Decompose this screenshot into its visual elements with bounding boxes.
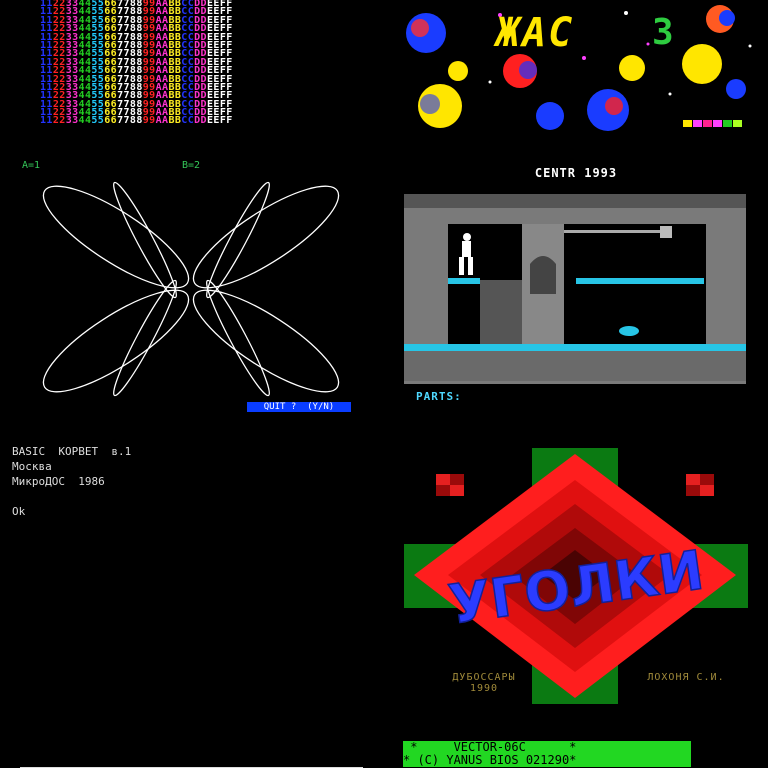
palette-cell: CC (181, 115, 195, 127)
palette-cell: AA (155, 115, 169, 127)
palette-cell: BB (168, 115, 182, 127)
petal (42, 185, 190, 289)
parts-label: PARTS: (416, 390, 462, 403)
credit-author: ЛОХОНЯ С.И. (647, 672, 725, 683)
space-background (400, 0, 760, 132)
teleport-icon (619, 326, 639, 336)
quit-prompt[interactable]: QUIT ? (Y/N) (247, 402, 351, 412)
palette-cell: 88 (129, 115, 143, 127)
game-number: 3 (652, 12, 674, 53)
palette-cell: 11 (40, 115, 53, 127)
palette-rows: 112233445566778899AABBCCDDEEFF 1122334455… (40, 0, 370, 126)
palette-cell: 22 (52, 115, 66, 127)
basic-lines: BASIC КОРВЕТ в.1 Москва МикроДОС 1986 Ok (12, 444, 372, 519)
palette-test-screen: 112233445566778899AABBCCDDEEFF 1122334455… (40, 0, 370, 130)
basic-screen: BASIC КОРВЕТ в.1 Москва МикроДОС 1986 Ok (12, 444, 372, 534)
palette-cell: 99 (142, 115, 156, 127)
credit-year: 1990 (469, 683, 499, 694)
planet-icon (536, 102, 564, 130)
planet-icon (619, 55, 645, 81)
basic-line: МикроДОС 1986 (12, 475, 105, 488)
basic-line (12, 489, 372, 504)
rose-curve-plot (42, 181, 340, 397)
planet-icon (682, 44, 722, 84)
basic-line: BASIC КОРВЕТ в.1 (12, 445, 132, 458)
ugolki-graphic: УГОЛКИ (404, 448, 748, 704)
ugolki-title-screen: УГОЛКИ ДУБОССАРЫ 1990 ЛОХОНЯ С.И. (404, 446, 748, 708)
palette-row: 112233445566778899AABBCCDDEEFF (40, 115, 370, 127)
planet-icon (726, 79, 746, 99)
game-title: ЖАС (496, 10, 575, 56)
credit-city: ДУБОССАРЫ (452, 672, 516, 683)
window-frame (20, 760, 364, 768)
game-title: CENTR 1993 (534, 166, 618, 180)
palette-cell: 55 (91, 115, 105, 127)
platform (448, 278, 480, 284)
centr-game-screen: CENTR 1993 PARTS: (404, 160, 748, 410)
palette-cell: EE (206, 115, 220, 127)
rose-curve-petals (42, 181, 340, 397)
palette-cell: 66 (104, 115, 118, 127)
game-scene (404, 194, 746, 384)
basic-line: Москва (12, 460, 52, 473)
floor (404, 344, 746, 351)
rose-curve-screen: A=1 B=2 QUIT ? (Y/N) (0, 150, 380, 420)
palette-cell: 77 (117, 115, 130, 127)
palette-cell: 44 (78, 115, 92, 127)
basic-line: Ok (12, 505, 26, 518)
palette-cell: FF (219, 115, 233, 127)
palette-cell: DD (194, 115, 207, 127)
platform (576, 278, 704, 284)
palette-cell: 33 (65, 115, 79, 127)
vector-bios-screen: * VECTOR-06C * * (C) YANUS BIOS 021290* (403, 741, 691, 768)
space-title-screen: ЖАС 3 (400, 0, 760, 132)
planet-icon (448, 61, 468, 81)
bios-line-2: * (C) YANUS BIOS 021290* (403, 754, 691, 767)
